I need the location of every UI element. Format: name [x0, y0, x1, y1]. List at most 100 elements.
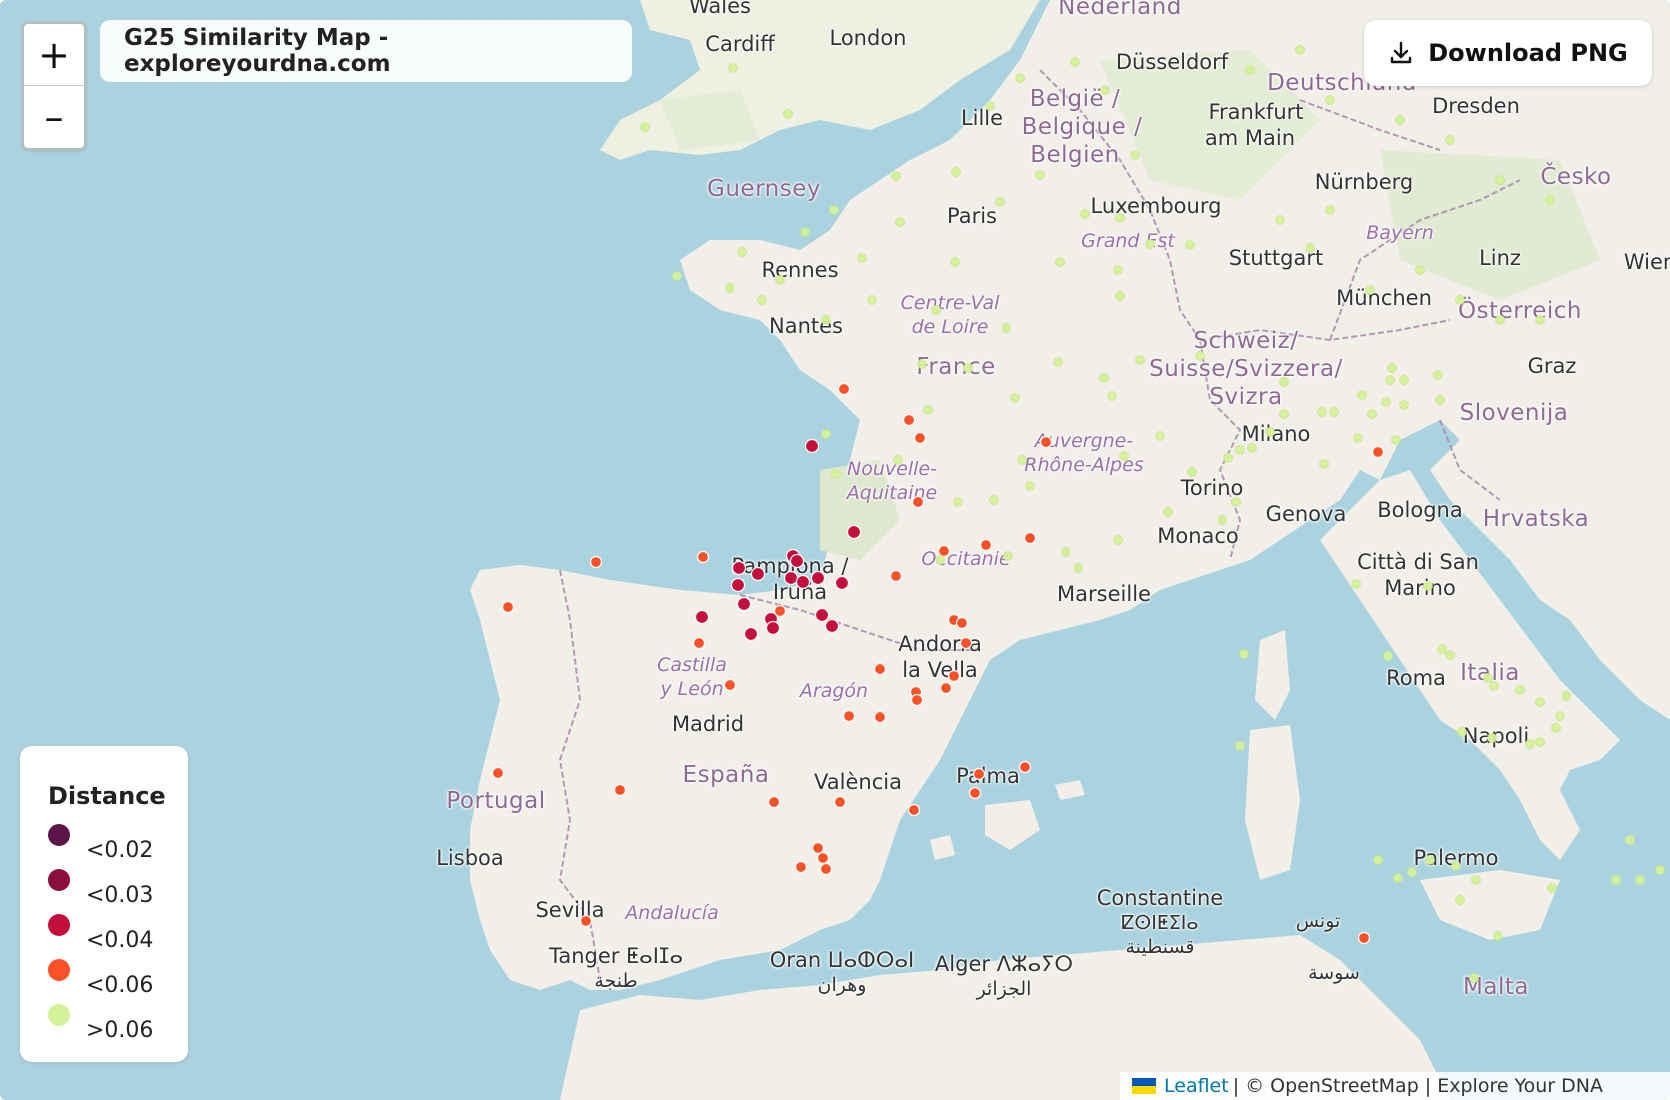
- sample-marker[interactable]: [937, 544, 951, 558]
- sample-marker[interactable]: [1115, 213, 1125, 223]
- sample-marker[interactable]: [1325, 205, 1335, 215]
- sample-marker[interactable]: [1455, 895, 1465, 905]
- sample-marker[interactable]: [1611, 875, 1621, 885]
- sample-marker[interactable]: [889, 569, 903, 583]
- sample-marker[interactable]: [1187, 467, 1197, 477]
- sample-marker[interactable]: [1425, 855, 1435, 865]
- download-png-button[interactable]: Download PNG: [1364, 20, 1652, 86]
- sample-marker[interactable]: [1525, 739, 1535, 749]
- sample-marker[interactable]: [1365, 285, 1375, 295]
- sample-marker[interactable]: [1457, 727, 1467, 737]
- sample-marker[interactable]: [1395, 115, 1405, 125]
- sample-marker[interactable]: [1383, 651, 1393, 661]
- sample-marker[interactable]: [1535, 737, 1545, 747]
- sample-marker[interactable]: [1483, 673, 1493, 683]
- sample-marker[interactable]: [1445, 135, 1455, 145]
- sample-marker[interactable]: [795, 574, 811, 590]
- sample-marker[interactable]: [810, 570, 826, 586]
- sample-marker[interactable]: [968, 786, 982, 800]
- sample-marker[interactable]: [728, 63, 738, 73]
- sample-marker[interactable]: [1025, 481, 1035, 491]
- sample-marker[interactable]: [972, 767, 986, 781]
- sample-marker[interactable]: [1130, 150, 1140, 160]
- sample-marker[interactable]: [1061, 547, 1071, 557]
- sample-marker[interactable]: [1001, 323, 1011, 333]
- sample-marker[interactable]: [1551, 723, 1561, 733]
- sample-marker[interactable]: [1239, 649, 1249, 659]
- sample-marker[interactable]: [765, 620, 781, 636]
- sample-marker[interactable]: [1113, 535, 1123, 545]
- sample-marker[interactable]: [1113, 265, 1123, 275]
- sample-marker[interactable]: [1163, 507, 1173, 517]
- sample-marker[interactable]: [1023, 531, 1037, 545]
- sample-marker[interactable]: [895, 217, 905, 227]
- sample-marker[interactable]: [1357, 390, 1367, 400]
- sample-marker[interactable]: [1235, 741, 1245, 751]
- sample-marker[interactable]: [1407, 867, 1417, 877]
- sample-marker[interactable]: [1387, 363, 1397, 373]
- sample-marker[interactable]: [1351, 579, 1361, 589]
- sample-marker[interactable]: [1115, 291, 1125, 301]
- sample-marker[interactable]: [814, 607, 830, 623]
- sample-marker[interactable]: [837, 382, 851, 396]
- sample-marker[interactable]: [867, 295, 877, 305]
- sample-marker[interactable]: [1235, 445, 1245, 455]
- sample-marker[interactable]: [1357, 931, 1371, 945]
- sample-marker[interactable]: [1073, 563, 1083, 573]
- sample-marker[interactable]: [1535, 697, 1545, 707]
- sample-marker[interactable]: [1279, 409, 1289, 419]
- sample-marker[interactable]: [907, 803, 921, 817]
- sample-marker[interactable]: [1265, 427, 1275, 437]
- sample-marker[interactable]: [1545, 195, 1555, 205]
- sample-marker[interactable]: [911, 495, 925, 509]
- sample-marker[interactable]: [789, 553, 805, 569]
- sample-marker[interactable]: [1371, 445, 1385, 459]
- sample-marker[interactable]: [1423, 581, 1433, 591]
- sample-marker[interactable]: [1393, 873, 1403, 883]
- sample-marker[interactable]: [1100, 85, 1110, 95]
- sample-marker[interactable]: [1155, 431, 1165, 441]
- sample-marker[interactable]: [1017, 455, 1027, 465]
- sample-marker[interactable]: [1107, 391, 1117, 401]
- sample-marker[interactable]: [834, 575, 850, 591]
- sample-marker[interactable]: [1625, 835, 1635, 845]
- sample-marker[interactable]: [1217, 515, 1227, 525]
- sample-marker[interactable]: [589, 555, 603, 569]
- sample-marker[interactable]: [893, 455, 903, 465]
- sample-marker[interactable]: [985, 101, 995, 111]
- sample-marker[interactable]: [963, 363, 973, 373]
- sample-marker[interactable]: [857, 253, 867, 263]
- sample-marker[interactable]: [773, 604, 787, 618]
- sample-marker[interactable]: [1080, 209, 1090, 219]
- sample-marker[interactable]: [955, 616, 969, 630]
- sample-marker[interactable]: [737, 247, 747, 257]
- sample-marker[interactable]: [767, 795, 781, 809]
- sample-marker[interactable]: [1003, 551, 1013, 561]
- sample-marker[interactable]: [1415, 265, 1425, 275]
- sample-marker[interactable]: [1231, 497, 1241, 507]
- sample-marker[interactable]: [1433, 370, 1443, 380]
- sample-marker[interactable]: [1635, 875, 1645, 885]
- sample-marker[interactable]: [1325, 95, 1335, 105]
- sample-marker[interactable]: [1469, 973, 1479, 983]
- sample-marker[interactable]: [1561, 691, 1571, 701]
- sample-marker[interactable]: [923, 405, 933, 415]
- sample-marker[interactable]: [951, 167, 961, 177]
- sample-marker[interactable]: [1471, 875, 1481, 885]
- sample-marker[interactable]: [1099, 373, 1109, 383]
- sample-marker[interactable]: [1185, 240, 1195, 250]
- sample-marker[interactable]: [811, 841, 825, 855]
- sample-marker[interactable]: [989, 495, 999, 505]
- sample-marker[interactable]: [953, 497, 963, 507]
- sample-marker[interactable]: [783, 109, 793, 119]
- sample-marker[interactable]: [1555, 711, 1565, 721]
- sample-marker[interactable]: [1495, 175, 1505, 185]
- sample-marker[interactable]: [692, 636, 706, 650]
- sample-marker[interactable]: [873, 662, 887, 676]
- sample-marker[interactable]: [743, 626, 759, 642]
- sample-marker[interactable]: [833, 795, 847, 809]
- sample-marker[interactable]: [824, 618, 840, 634]
- map-view[interactable]: Wales Cardiff London Nederland Düsseldor…: [0, 0, 1670, 1100]
- sample-marker[interactable]: [1495, 315, 1505, 325]
- sample-marker[interactable]: [950, 257, 960, 267]
